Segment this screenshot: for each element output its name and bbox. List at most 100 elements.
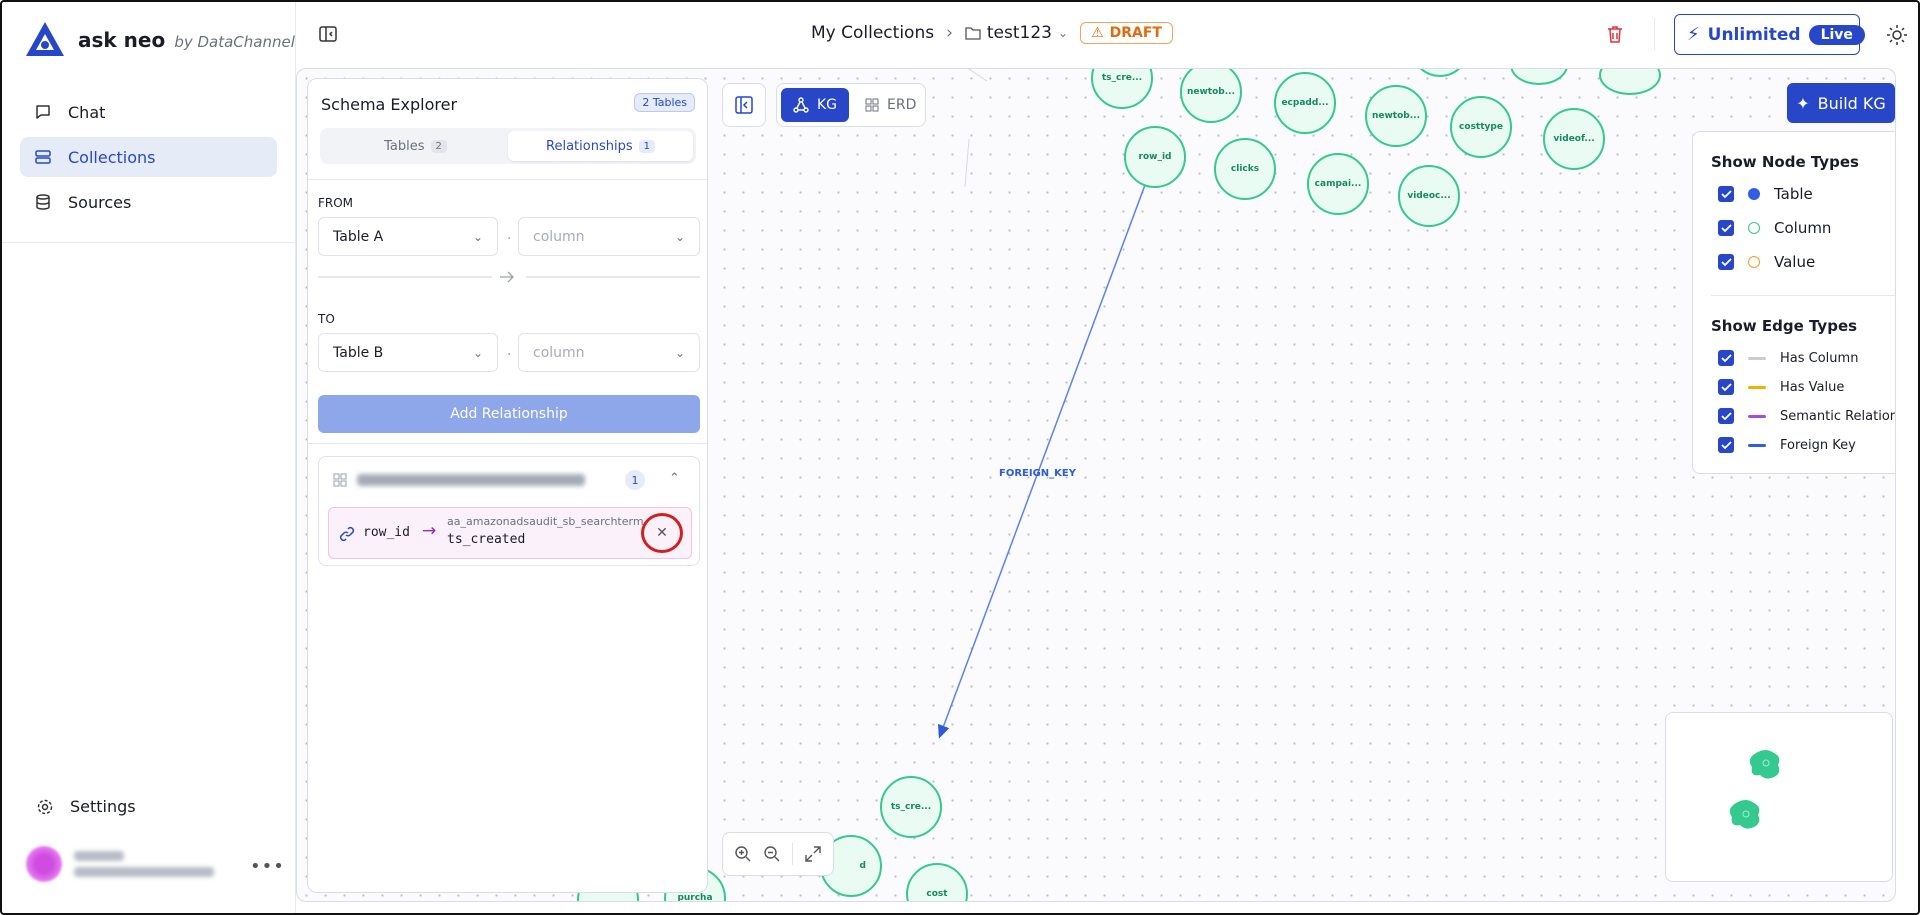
add-relationship-button[interactable]: Add Relationship	[318, 395, 700, 433]
schema-explorer-panel: Schema Explorer 2 Tables Tables 2 Relati…	[307, 78, 708, 893]
checkbox-checked-icon[interactable]	[1718, 220, 1734, 236]
sidebar: ask neo by DataChannel Chat Collections …	[0, 0, 296, 915]
explorer-tabs: Tables 2 Relationships 1	[320, 128, 696, 164]
zoom-in-icon[interactable]	[734, 845, 752, 863]
graph-node[interactable]: videoc...	[1398, 165, 1460, 227]
node-type-label: Column	[1774, 219, 1832, 237]
table-node-swatch	[1748, 188, 1760, 200]
graph-node[interactable]: ecpadd...	[1274, 72, 1336, 134]
breadcrumb-collection-selector[interactable]: test123 ⌄	[965, 23, 1068, 43]
from-label: FROM	[318, 196, 354, 210]
toggle-edge-has-column[interactable]: Has Column	[1718, 350, 1858, 366]
view-erd-button[interactable]: ERD	[853, 88, 928, 122]
checkbox-checked-icon[interactable]	[1718, 408, 1734, 424]
to-column-select[interactable]: column ⌄	[518, 333, 700, 372]
graph-node[interactable]: row_id	[1124, 126, 1186, 188]
fit-view-icon[interactable]	[804, 845, 822, 863]
checkbox-checked-icon[interactable]	[1718, 186, 1734, 202]
chevron-down-icon: ⌄	[674, 345, 685, 360]
settings-link[interactable]: Settings	[36, 797, 136, 816]
tab-relationships[interactable]: Relationships 1	[508, 131, 693, 161]
checkbox-checked-icon[interactable]	[1718, 350, 1734, 366]
plan-button[interactable]: ⚡ Unlimited Live	[1674, 14, 1865, 55]
user-menu-button[interactable]: •••	[250, 856, 285, 877]
select-value: Table A	[333, 228, 384, 245]
toggle-edge-foreign-key[interactable]: Foreign Key	[1718, 437, 1856, 453]
settings-label: Settings	[70, 797, 136, 816]
panel-divider	[308, 443, 707, 444]
relationship-count-badge: 1	[625, 470, 645, 490]
delete-icon[interactable]	[1606, 24, 1624, 44]
checkbox-checked-icon[interactable]	[1718, 379, 1734, 395]
from-table-select[interactable]: Table A ⌄	[318, 217, 498, 256]
top-header: My Collections › test123 ⌄ ⚠ DRAFT ⚡ Unl…	[296, 0, 1920, 68]
relationship-group: 1 ⌃ row_id → aa_amazonadsaudit_sb_search…	[318, 456, 700, 566]
folder-icon	[965, 27, 981, 40]
legend-panel: Show Node Types Table Column Value Show …	[1692, 131, 1895, 474]
checkbox-checked-icon[interactable]	[1718, 437, 1734, 453]
table-name-redacted	[357, 474, 585, 486]
nav-item-label: Sources	[68, 192, 132, 212]
tab-count: 1	[638, 139, 655, 153]
foreign-key-edge-swatch	[1748, 443, 1766, 447]
chat-icon	[36, 105, 50, 119]
from-column-select[interactable]: column ⌄	[518, 217, 700, 256]
build-kg-button[interactable]: ✦ Build KG	[1787, 83, 1895, 123]
select-value: Table B	[333, 344, 384, 361]
arrow-right-icon	[318, 271, 700, 283]
ask-neo-logo-icon	[26, 22, 64, 56]
chevron-up-icon[interactable]: ⌃	[669, 471, 680, 486]
tab-label: Relationships	[546, 138, 633, 154]
toggle-node-table[interactable]: Table	[1718, 185, 1813, 203]
graph-node[interactable]: campai...	[1307, 153, 1369, 215]
plan-label: Unlimited	[1707, 24, 1801, 45]
zoom-controls	[722, 832, 834, 876]
to-table-select[interactable]: Table B ⌄	[318, 333, 498, 372]
nav-item-chat[interactable]: Chat	[20, 92, 277, 132]
avatar	[26, 846, 62, 882]
graph-node[interactable]: ts_cre...	[880, 776, 942, 838]
relationship-group-header[interactable]	[333, 473, 585, 487]
grid-icon	[865, 98, 879, 112]
graph-node[interactable]: newtob...	[1365, 85, 1427, 147]
breadcrumb: My Collections › test123 ⌄ ⚠ DRAFT	[811, 22, 1173, 44]
panel-toggle-button[interactable]	[722, 83, 766, 127]
view-label: KG	[817, 97, 838, 113]
toggle-edge-has-value[interactable]: Has Value	[1718, 379, 1844, 395]
node-types-title: Show Node Types	[1711, 153, 1859, 171]
semantic-edge-swatch	[1748, 414, 1766, 418]
view-kg-button[interactable]: KG	[781, 88, 850, 122]
zoom-divider	[791, 843, 793, 865]
minimap-graph	[1729, 750, 1780, 829]
toggle-node-value[interactable]: Value	[1718, 253, 1815, 271]
node-type-label: Table	[1774, 185, 1813, 203]
toggle-node-column[interactable]: Column	[1718, 219, 1831, 237]
nav-item-label: Collections	[68, 147, 156, 167]
checkbox-checked-icon[interactable]	[1718, 254, 1734, 270]
graph-node[interactable]: videof...	[1543, 108, 1605, 170]
foreign-key-edge	[937, 184, 1146, 739]
separator-dot: .	[507, 227, 512, 243]
toggle-edge-semantic[interactable]: Semantic Relation	[1718, 408, 1895, 424]
edge-type-label: Has Value	[1780, 379, 1845, 395]
lightning-icon: ⚡	[1687, 24, 1700, 45]
minimap[interactable]	[1665, 712, 1893, 882]
brand[interactable]: ask neo by DataChannel	[24, 20, 295, 60]
tab-label: Tables	[384, 138, 425, 154]
sidebar-toggle-icon[interactable]	[318, 24, 338, 44]
sun-icon[interactable]	[1886, 24, 1908, 46]
zoom-out-icon[interactable]	[763, 845, 781, 863]
link-icon	[339, 526, 355, 542]
breadcrumb-current: test123	[986, 23, 1052, 43]
status-badge: ⚠ DRAFT	[1080, 22, 1173, 44]
tables-count-badge: 2 Tables	[634, 93, 695, 112]
tab-tables[interactable]: Tables 2	[323, 131, 508, 161]
graph-node[interactable]: clicks	[1214, 138, 1276, 200]
nav-item-collections[interactable]: Collections	[20, 137, 277, 177]
nav-item-sources[interactable]: Sources	[20, 182, 277, 222]
kg-canvas[interactable]: ts_cre... newtob... ecpadd... newtob... …	[296, 68, 1896, 902]
has-column-edge-swatch	[1748, 356, 1766, 360]
user-profile[interactable]	[26, 846, 214, 882]
breadcrumb-my-collections[interactable]: My Collections	[811, 23, 934, 43]
graph-node[interactable]: costtype	[1450, 96, 1512, 158]
